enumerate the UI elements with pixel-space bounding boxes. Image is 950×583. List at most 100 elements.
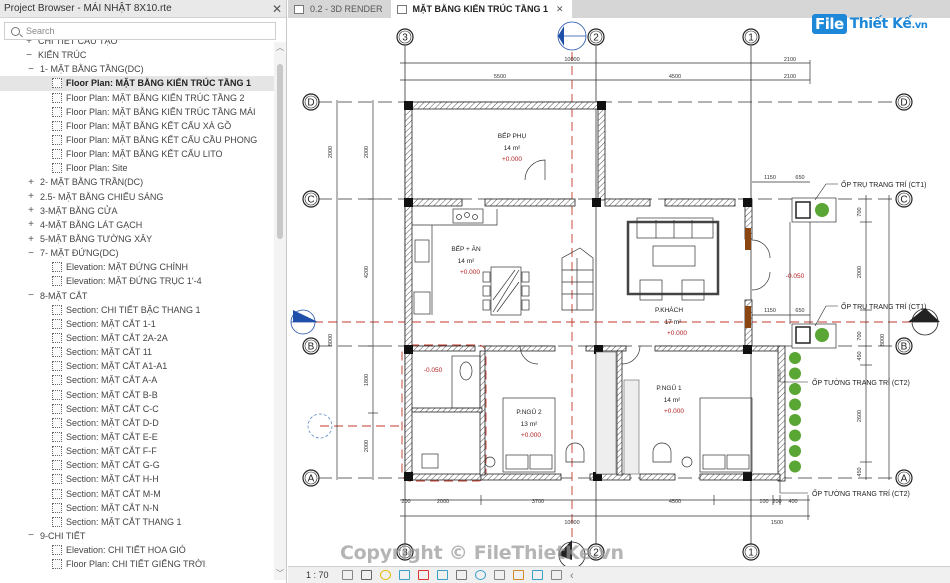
room-area: 14 m² xyxy=(664,397,681,404)
tree-item-group[interactable]: −9-CHI TIẾT xyxy=(0,529,274,543)
grid-bubble[interactable]: A xyxy=(895,469,913,487)
plant-icon xyxy=(789,414,801,426)
tree-item-view[interactable]: Section: MẶT CẮT M-M xyxy=(0,487,274,501)
grid-bubble[interactable]: 1 xyxy=(742,543,760,561)
tree-item-view[interactable]: Section: MẶT CẮT 2A-2A xyxy=(0,331,274,345)
tree-item-view[interactable]: Floor Plan: CHI TIẾT GIẾNG TRỜI xyxy=(0,557,274,571)
dim-right-inner: 450 xyxy=(857,351,863,360)
floor-plan-icon xyxy=(396,4,407,14)
tree-item-view[interactable]: Floor Plan: MẶT BẰNG KẾT CẤU LITO xyxy=(0,147,274,161)
unlock-3d-icon[interactable] xyxy=(456,570,467,580)
tree-item-view[interactable]: Section: MẶT CẮT D-D xyxy=(0,416,274,430)
tab-3d-render[interactable]: 0.2 - 3D RENDER xyxy=(288,0,391,18)
view-icon xyxy=(52,474,62,485)
tree-item-view[interactable]: Floor Plan: MẶT BẰNG KẾT CẤU CẦU PHONG xyxy=(0,133,274,147)
tree-item-group[interactable]: −8-MẶT CẮT xyxy=(0,289,274,303)
tree-item-label: Section: MẶT CẮT H-H xyxy=(66,474,159,485)
grid-bubble[interactable]: A xyxy=(302,469,320,487)
scroll-thumb[interactable] xyxy=(277,64,283,239)
collapse-icon[interactable]: − xyxy=(24,50,34,61)
temporary-view-properties-icon[interactable] xyxy=(513,570,524,580)
tree-item-view[interactable]: Floor Plan: MẶT BẰNG KIẾN TRÚC TẦNG 2 xyxy=(0,91,274,105)
tree-item-group[interactable]: −7- MẶT ĐỨNG(DC) xyxy=(0,246,274,260)
elevation-marker-left[interactable] xyxy=(290,309,318,335)
scroll-up-icon[interactable]: ︿ xyxy=(274,42,286,54)
grid-bubble[interactable]: D xyxy=(895,93,913,111)
view-scale[interactable]: 1 : 70 xyxy=(288,570,338,580)
tree-item-view[interactable]: Elevation: MẶT ĐỨNG TRỤC 1'-4 xyxy=(0,274,274,288)
elevation-marker-right[interactable] xyxy=(908,308,940,336)
tree-item-view[interactable]: Floor Plan: MẶT BẰNG KẾT CẤU XÀ GỒ xyxy=(0,119,274,133)
search-input[interactable]: Search xyxy=(4,22,276,40)
expand-icon[interactable]: + xyxy=(26,177,36,188)
view-icon xyxy=(52,432,62,442)
shadows-icon[interactable] xyxy=(399,570,410,580)
detail-level-icon[interactable] xyxy=(342,570,353,580)
tree-item-group[interactable]: − KIẾN TRÚC xyxy=(0,48,274,62)
close-icon[interactable]: ✕ xyxy=(272,0,282,18)
tree-item-label: 2- MẶT BẰNG TRẦN(DC) xyxy=(40,177,144,188)
collapse-icon[interactable]: − xyxy=(26,530,36,541)
tree-item-group[interactable]: +4-MẶT BẰNG LÁT GẠCH xyxy=(0,218,274,232)
tree-item-group[interactable]: −1- MẶT BẰNG TẦNG(DC) xyxy=(0,62,274,76)
visual-style-icon[interactable] xyxy=(361,570,372,580)
floor-plan-drawing[interactable]: 10000 5500 4500 2100 2100 10000 200 2000… xyxy=(288,18,950,566)
analytical-model-icon[interactable] xyxy=(532,570,543,580)
tree-item-view[interactable]: Elevation: CHI TIẾT HOA GIÓ xyxy=(0,543,274,557)
grid-bubble[interactable]: 1 xyxy=(742,28,760,46)
grid-bubble[interactable]: B xyxy=(895,337,913,355)
grid-bubble[interactable]: 2 xyxy=(587,28,605,46)
constraints-icon[interactable] xyxy=(551,570,562,580)
tree-item-group[interactable]: +2.5- MẶT BẰNG CHIẾU SÁNG xyxy=(0,190,274,204)
grid-bubble[interactable]: C xyxy=(895,190,913,208)
temporary-hide-icon[interactable] xyxy=(475,570,486,580)
sun-path-icon[interactable] xyxy=(380,570,391,580)
tab-floor-plan-level-1[interactable]: MẶT BẰNG KIẾN TRÚC TẦNG 1 ✕ xyxy=(390,0,572,18)
expand-icon[interactable]: + xyxy=(26,191,36,202)
tree-item-view[interactable]: Section: MẶT CẮT G-G xyxy=(0,458,274,472)
tree-item-view[interactable]: Section: MẶT CẮT B-B xyxy=(0,388,274,402)
collapse-icon[interactable]: − xyxy=(26,248,36,259)
tree-item-group[interactable]: +2- MẶT BẰNG TRẦN(DC) xyxy=(0,175,274,189)
tree-item-view[interactable]: Section: CHI TIẾT BẬC THANG 1 xyxy=(0,303,274,317)
elevation-marker-top[interactable] xyxy=(557,21,587,51)
grid-bubble[interactable]: 3 xyxy=(396,28,414,46)
expand-icon[interactable]: + xyxy=(26,219,36,230)
grid-bubble[interactable]: B xyxy=(302,337,320,355)
tree-item-view[interactable]: Section: MẶT CẮT 1-1 xyxy=(0,317,274,331)
project-browser-scrollbar[interactable]: ︿ ﹀ xyxy=(274,42,286,580)
tree-item-group[interactable]: +5-MẶT BẰNG TƯỜNG XÂY xyxy=(0,232,274,246)
tree-item-view[interactable]: Floor Plan: MẶT BẰNG KIẾN TRÚC TẦNG 1 xyxy=(0,76,274,91)
view-icon xyxy=(52,460,62,471)
close-tab-icon[interactable]: ✕ xyxy=(556,0,564,18)
expand-icon[interactable]: + xyxy=(26,205,36,216)
tree-item-view[interactable]: Floor Plan: MẶT BẰNG KIẾN TRÚC TẦNG MÁI xyxy=(0,105,274,119)
tree-item-view[interactable]: Section: MẶT CẮT N-N xyxy=(0,501,274,515)
collapse-icon[interactable]: ‹ xyxy=(570,570,581,582)
grid-bubble[interactable]: C xyxy=(302,190,320,208)
expand-icon[interactable]: + xyxy=(26,234,36,245)
tree-item-group[interactable]: +3-MẶT BẰNG CỬA xyxy=(0,204,274,218)
expand-icon[interactable]: + xyxy=(24,40,34,47)
drawing-canvas[interactable]: 10000 5500 4500 2100 2100 10000 200 2000… xyxy=(288,18,950,566)
scroll-down-icon[interactable]: ﹀ xyxy=(274,568,286,580)
collapse-icon[interactable]: − xyxy=(26,64,36,75)
tree-item-group[interactable]: + CHI TIẾT CẤU TẠO xyxy=(0,40,274,48)
grid-bubble[interactable]: D xyxy=(302,93,320,111)
collapse-icon[interactable]: − xyxy=(26,290,36,301)
tree-item-view[interactable]: Section: MẶT CẮT A-A xyxy=(0,373,274,387)
show-crop-icon[interactable] xyxy=(437,570,448,580)
tree-item-view[interactable]: Section: MẶT CẮT E-E xyxy=(0,430,274,444)
door-swing xyxy=(524,159,546,181)
tree-item-view[interactable]: Section: MẶT CẮT F-F xyxy=(0,444,274,458)
tree-item-view[interactable]: Floor Plan: Site xyxy=(0,161,274,175)
reveal-hidden-icon[interactable] xyxy=(494,570,505,580)
crop-view-icon[interactable] xyxy=(418,570,429,580)
tree-item-view[interactable]: Section: MẶT CẮT C-C xyxy=(0,402,274,416)
revit-window: Project Browser - MÁI NHẬT 8X10.rte ✕ Se… xyxy=(0,0,950,583)
tree-item-view[interactable]: Section: MẶT CẮT H-H xyxy=(0,472,274,486)
tree-item-view[interactable]: Elevation: MẶT ĐỨNG CHÍNH xyxy=(0,260,274,274)
tree-item-view[interactable]: Section: MẶT CẮT THANG 1 xyxy=(0,515,274,529)
tree-item-view[interactable]: Section: MẶT CẮT 11 xyxy=(0,345,274,359)
tree-item-view[interactable]: Section: MẶT CẮT A1-A1 xyxy=(0,359,274,373)
